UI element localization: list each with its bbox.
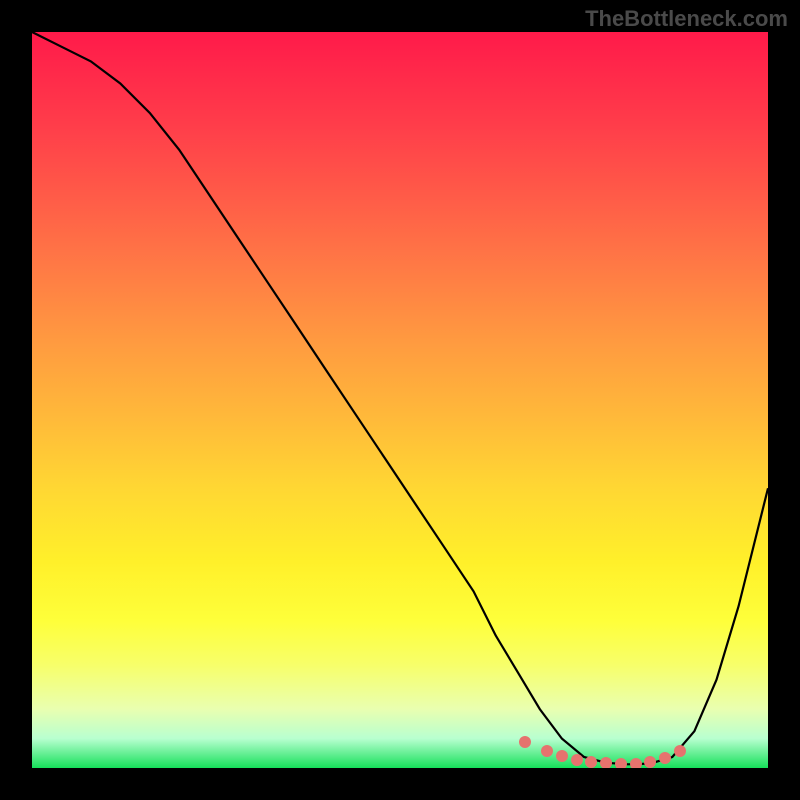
optimal-dot — [541, 745, 553, 757]
optimal-dot — [644, 756, 656, 768]
plot-area — [32, 32, 768, 768]
optimal-dot — [556, 750, 568, 762]
optimal-dot — [659, 752, 671, 764]
optimal-dot — [600, 757, 612, 768]
watermark-text: TheBottleneck.com — [585, 6, 788, 32]
optimal-dot — [674, 745, 686, 757]
optimal-dot — [630, 758, 642, 768]
optimal-dot — [571, 754, 583, 766]
optimal-range-dots — [32, 32, 768, 768]
optimal-dot — [615, 758, 627, 768]
optimal-dot — [585, 756, 597, 768]
optimal-dot — [519, 736, 531, 748]
